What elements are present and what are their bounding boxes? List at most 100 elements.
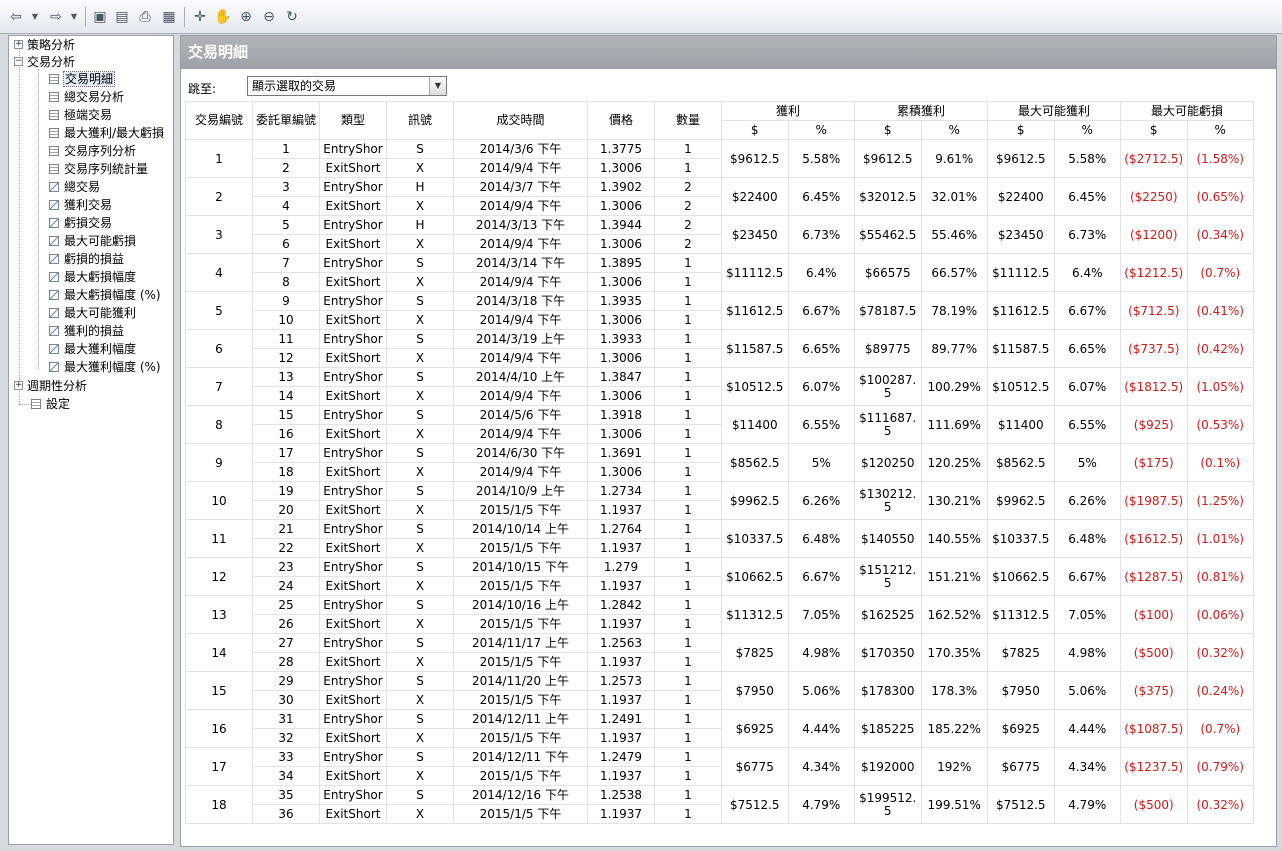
tree-item[interactable]: 最大可能獲利 <box>49 304 136 322</box>
table-row[interactable]: 12 23 EntryShor S 2014/10/15 下午 1.279 1 $10662.… <box>185 557 1254 596</box>
order-no-cell: 19 <box>252 481 320 501</box>
refresh-icon[interactable]: ↻ <box>283 8 301 26</box>
table-row[interactable]: 7 13 EntryShor S 2014/4/10 上午 1.3847 1 $10512.5… <box>185 367 1254 406</box>
header-max-profit: 最大可能獲利 <box>987 101 1121 121</box>
table-row[interactable]: 14 27 EntryShor S 2014/11/17 上午 1.2563 1 $7825 4… <box>185 633 1254 672</box>
profit-pct-cell: 6.67% <box>787 291 855 330</box>
zoom-out-icon[interactable]: ⊖ <box>260 8 278 26</box>
table-row[interactable]: 13 25 EntryShor S 2014/10/16 上午 1.2842 1 $11312… <box>185 595 1254 634</box>
qty-cell: 1 <box>654 595 722 615</box>
table-row[interactable]: 9 17 EntryShor S 2014/6/30 下午 1.3691 1 $8562.5 5… <box>185 443 1254 482</box>
table-row[interactable]: 4 7 EntryShor S 2014/3/14 下午 1.3895 1 $11112.5 6… <box>185 253 1254 292</box>
back-arrow-icon[interactable]: ⇦ <box>8 8 24 26</box>
tree-item[interactable]: 交易序列分析 <box>49 142 136 160</box>
table-row[interactable]: 1 1 EntryShor S 2014/3/6 下午 1.3775 1 $9612.5 5.5… <box>185 139 1254 178</box>
back-dropdown-icon[interactable]: ▼ <box>30 8 40 26</box>
table-row[interactable]: 16 31 EntryShor S 2014/12/11 上午 1.2491 1 $6925 4… <box>185 709 1254 748</box>
tree-item[interactable]: 最大獲利/最大虧損 <box>49 124 164 142</box>
tree-item[interactable]: 總交易分析 <box>49 88 124 106</box>
tree-item[interactable]: 總交易 <box>49 178 100 196</box>
price-cell: 1.3006 <box>587 272 655 292</box>
time-cell: 2015/1/5 下午 <box>453 576 588 596</box>
qty-cell: 1 <box>654 367 722 387</box>
tree-item[interactable]: 獲利的損益 <box>49 322 124 340</box>
table-row[interactable]: 18 35 EntryShor S 2014/12/16 下午 1.2538 1 $7512.… <box>185 785 1254 824</box>
table-row[interactable]: 17 33 EntryShor S 2014/12/11 下午 1.2479 1 $6775 4… <box>185 747 1254 786</box>
cum-profit-pct-cell: 55.46% <box>920 215 988 254</box>
price-cell: 1.1937 <box>587 500 655 520</box>
signal-cell: H <box>386 215 454 235</box>
table-icon <box>49 163 59 174</box>
expand-icon[interactable]: + <box>14 381 23 390</box>
tree-item[interactable]: 最大獲利幅度 (%) <box>49 358 161 376</box>
forward-dropdown-icon[interactable]: ▼ <box>69 8 79 26</box>
signal-cell: X <box>386 728 454 748</box>
max-profit-cell: $10662.5 <box>987 557 1055 596</box>
time-cell: 2015/1/5 下午 <box>453 766 588 786</box>
table-row[interactable]: 2 3 EntryShor H 2014/3/7 下午 1.3902 2 $22400 6.45… <box>185 177 1254 216</box>
price-cell: 1.1937 <box>587 576 655 596</box>
order-no-cell: 21 <box>252 519 320 539</box>
print-preview-icon[interactable]: ▤ <box>114 8 130 26</box>
hand-pan-icon[interactable]: ✋ <box>214 8 232 26</box>
time-cell: 2014/12/11 下午 <box>453 747 588 767</box>
chart-icon <box>49 253 59 264</box>
type-cell: ExitShort <box>319 728 387 748</box>
tree-node-settings[interactable]: 設定 <box>31 395 70 413</box>
max-profit-pct-cell: 6.07% <box>1053 367 1121 406</box>
tree-item[interactable]: 獲利交易 <box>49 196 112 214</box>
collapse-icon[interactable]: − <box>14 57 23 66</box>
qty-cell: 1 <box>654 652 722 672</box>
expand-icon[interactable]: + <box>14 40 23 49</box>
price-cell: 1.3006 <box>587 310 655 330</box>
max-profit-cell: $6925 <box>987 709 1055 748</box>
crosshair-icon[interactable]: ✛ <box>191 8 209 26</box>
grid-view-icon[interactable]: ▦ <box>160 8 178 26</box>
signal-cell: X <box>386 652 454 672</box>
type-cell: EntryShor <box>319 519 387 539</box>
tree-item-label: 極端交易 <box>64 108 113 122</box>
jump-select[interactable]: 顯示選取的交易 ▼ <box>247 76 447 96</box>
table-row[interactable]: 5 9 EntryShor S 2014/3/18 下午 1.3935 1 $11612.5 6… <box>185 291 1254 330</box>
table-row[interactable]: 8 15 EntryShor S 2014/5/6 下午 1.3918 1 $11400 6.5… <box>185 405 1254 444</box>
type-cell: EntryShor <box>319 253 387 273</box>
table-row[interactable]: 11 21 EntryShor S 2014/10/14 上午 1.2764 1 $10337… <box>185 519 1254 558</box>
table-row[interactable]: 3 5 EntryShor H 2014/3/13 下午 1.3944 2 $23450 6.7… <box>185 215 1254 254</box>
tree-item[interactable]: 最大可能虧損 <box>49 232 136 250</box>
tree-node-strategy[interactable]: + 策略分析 <box>14 36 75 54</box>
tree-item[interactable]: 虧損的損益 <box>49 250 124 268</box>
max-loss-pct-cell: (0.81%) <box>1186 557 1254 596</box>
cum-profit-cell: $178300 <box>854 671 922 710</box>
cum-profit-part: $151212. <box>859 562 917 577</box>
max-profit-pct-cell: 7.05% <box>1053 595 1121 634</box>
tree-node-trade[interactable]: − 交易分析 <box>14 53 75 71</box>
tree-item[interactable]: 虧損交易 <box>49 214 112 232</box>
save-icon[interactable]: ▣ <box>92 8 108 26</box>
document-icon <box>31 398 41 409</box>
forward-arrow-icon[interactable]: ⇨ <box>48 8 64 26</box>
max-loss-pct-cell: (1.25%) <box>1186 481 1254 520</box>
tree-item[interactable]: 最大獲利幅度 <box>49 340 136 358</box>
qty-cell: 1 <box>654 310 722 330</box>
tree-item[interactable]: 最大虧損幅度 <box>49 268 136 286</box>
tree-node-periodic[interactable]: + 週期性分析 <box>14 377 87 395</box>
tree-item[interactable]: 交易序列統計量 <box>49 160 148 178</box>
navigation-tree: + 策略分析 − 交易分析 交易明細 總交易分析極端交易最大獲利/最大虧損 交易序列分析… <box>8 35 174 845</box>
tree-item[interactable]: 最大虧損幅度 (%) <box>49 286 161 304</box>
max-profit-pct-cell: 6.65% <box>1053 329 1121 368</box>
table-row[interactable]: 15 29 EntryShor S 2014/11/20 上午 1.2573 1 $7950 5… <box>185 671 1254 710</box>
profit-pct-cell: 5.58% <box>787 139 855 178</box>
chevron-down-icon[interactable]: ▼ <box>429 77 446 95</box>
tree-item[interactable]: 極端交易 <box>49 106 112 124</box>
print-icon[interactable]: ⎙ <box>137 8 153 26</box>
tree-item-label: 虧損的損益 <box>64 252 125 266</box>
zoom-in-icon[interactable]: ⊕ <box>237 8 255 26</box>
max-profit-cell: $8562.5 <box>987 443 1055 482</box>
table-row[interactable]: 6 11 EntryShor S 2014/3/19 上午 1.3933 1 $11587.5… <box>185 329 1254 368</box>
tree-item[interactable]: 交易明細 <box>49 70 116 88</box>
time-cell: 2015/1/5 下午 <box>453 614 588 634</box>
signal-cell: X <box>386 614 454 634</box>
signal-cell: X <box>386 234 454 254</box>
table-row[interactable]: 10 19 EntryShor S 2014/10/9 上午 1.2734 1 $9962.5… <box>185 481 1254 520</box>
cum-profit-pct-cell: 111.69% <box>920 405 988 444</box>
